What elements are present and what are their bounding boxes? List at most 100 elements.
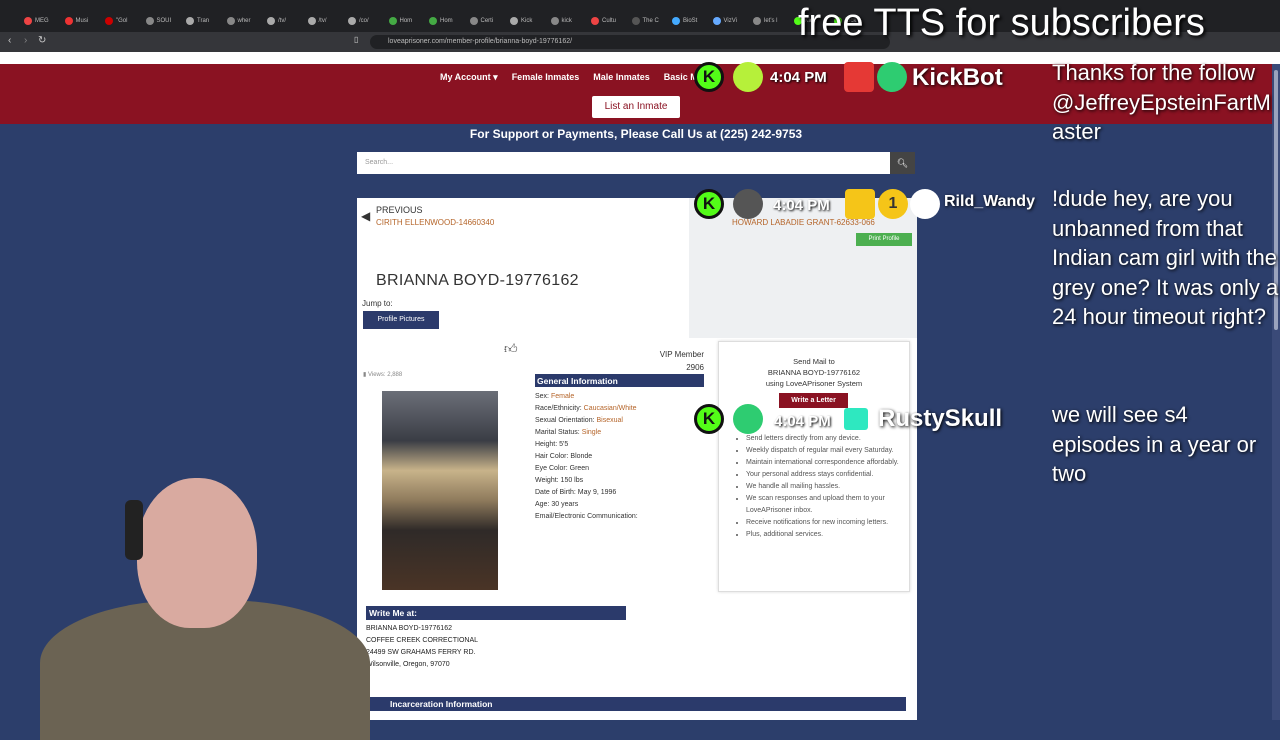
nav-my-account[interactable]: My Account ▾ (440, 72, 498, 83)
back-icon[interactable]: ‹ (8, 35, 11, 46)
browser-tab[interactable]: VizVi (712, 14, 737, 28)
browser-tab[interactable]: The C (631, 14, 659, 28)
browser-tab[interactable]: Cultu (591, 14, 616, 28)
verified-icon (877, 62, 907, 92)
previous-label[interactable]: PREVIOUS (376, 205, 423, 215)
list-item: We scan responses and upload them to you… (746, 493, 903, 517)
notification-time: 4:04 PM (770, 69, 827, 86)
browser-tab[interactable]: Kick (510, 14, 532, 28)
tab-favicon-icon (510, 17, 518, 25)
browser-tab[interactable]: Hom (388, 14, 413, 28)
browser-tab[interactable]: wher (226, 14, 251, 28)
info-dob: Date of Birth: May 9, 1996 (535, 489, 617, 496)
browser-tab[interactable]: /co/ (348, 14, 369, 28)
incarceration-header: Incarceration Information (366, 697, 906, 711)
browser-tab[interactable]: Tran (186, 14, 209, 28)
tab-favicon-icon (226, 17, 235, 25)
tab-label: MEG (35, 18, 49, 24)
browser-tab[interactable]: let's l (753, 14, 777, 28)
tab-label: Cultu (602, 18, 617, 24)
overlay-title: free TTS for subscribers (798, 2, 1205, 44)
tab-favicon-icon (348, 17, 356, 25)
nav-male-inmates[interactable]: Male Inmates (593, 72, 650, 83)
tab-favicon-icon (672, 17, 680, 25)
tab-favicon-icon (469, 17, 478, 25)
tab-label: Tran (197, 18, 210, 24)
next-profile-link[interactable]: HOWARD LABADIE GRANT-62633-066 (732, 218, 875, 227)
thumbs-up-icon[interactable]: 👍︎ (504, 341, 518, 357)
tab-favicon-icon (631, 17, 640, 25)
vip-number: 2906 (686, 363, 704, 372)
general-info-list: Sex: Female Race/Ethnicity: Caucasian/Wh… (535, 391, 638, 523)
heart-badge-icon (733, 404, 763, 434)
browser-tab[interactable]: /tv/ (267, 14, 286, 28)
tab-favicon-icon (267, 17, 275, 25)
bookmark-icon[interactable]: ▯ (354, 35, 358, 44)
list-inmate-button[interactable]: List an Inmate (592, 96, 680, 118)
forward-icon[interactable]: › (24, 35, 27, 46)
info-weight: Weight: 150 lbs (535, 477, 584, 484)
info-eye: Eye Color: Green (535, 465, 590, 472)
list-item: Maintain international correspondence af… (746, 457, 903, 469)
browser-tab[interactable]: "Gol (105, 14, 127, 28)
general-info-header: General Information (535, 374, 704, 387)
tab-favicon-icon (24, 17, 32, 25)
moderator-icon (844, 62, 874, 92)
tab-label: Musi (75, 18, 89, 24)
notification-time: 4:04 PM (774, 413, 831, 430)
tab-favicon-icon (105, 17, 113, 25)
browser-tab[interactable]: Hom (429, 14, 453, 28)
info-marital: Marital Status: Single (535, 429, 602, 436)
tab-label: Hom (440, 18, 453, 24)
tab-favicon-icon (550, 17, 559, 25)
info-age: Age: 30 years (535, 501, 579, 508)
reload-icon[interactable]: ↻ (38, 35, 46, 46)
browser-tab[interactable]: Musi (64, 14, 89, 28)
chat-message: Thanks for the follow @JeffreyEpsteinFar… (1052, 60, 1271, 144)
nav-basic-membership[interactable]: Basic M (664, 72, 698, 83)
tab-favicon-icon (307, 17, 316, 25)
search-input[interactable]: Search... (357, 152, 890, 174)
search-button[interactable]: 🔍︎ (890, 152, 915, 174)
notification-user: KickBot (912, 64, 1003, 91)
tab-label: VizVi (723, 18, 737, 24)
list-item: Weekly dispatch of regular mail every Sa… (746, 445, 903, 457)
browser-tab[interactable]: BioSt (672, 14, 697, 28)
print-profile-button[interactable]: Print Profile (856, 233, 912, 246)
notification-user: RustySkull (878, 405, 1003, 432)
browser-tab[interactable]: MEG (24, 14, 49, 28)
chevron-left-icon[interactable]: ◀ (361, 209, 370, 223)
notification-time: 4:04 PM (773, 197, 830, 214)
tab-label: /tv/ (278, 18, 287, 24)
gift-icon (844, 408, 868, 430)
previous-profile-link[interactable]: CIRITH ELLENWOOD-14660340 (376, 218, 494, 227)
browser-tab[interactable]: SOUI (145, 14, 172, 28)
profile-pictures-button[interactable]: Profile Pictures (363, 311, 439, 329)
tab-label: Hom (399, 18, 413, 24)
tab-favicon-icon (429, 17, 437, 25)
tab-favicon-icon (753, 17, 761, 25)
browser-tab[interactable]: /tv/ (307, 14, 327, 28)
site-nav: My Account ▾ Female Inmates Male Inmates… (440, 72, 698, 83)
subscriber-badge: 1 (878, 189, 908, 219)
write-me-header: Write Me at: (366, 606, 626, 620)
tab-label: BioSt (683, 18, 698, 24)
browser-tab[interactable]: Certi (469, 14, 493, 28)
tab-label: SOUI (156, 18, 172, 24)
send-mail-title: Send Mail to BRIANNA BOYD-19776162 using… (765, 357, 863, 388)
info-height: Height: 5'5 (535, 441, 569, 448)
chat-message: we will see s4 episodes in a year or two (1052, 402, 1257, 486)
tab-label: /co/ (359, 18, 369, 24)
tab-label: /tv/ (318, 18, 327, 24)
browser-tab[interactable]: kick (550, 14, 572, 28)
badge-icon (733, 62, 763, 92)
list-item: Receive notifications for new incoming l… (746, 517, 903, 529)
info-race: Race/Ethnicity: Caucasian/White (535, 405, 637, 412)
write-letter-button[interactable]: Write a Letter (779, 393, 848, 408)
profile-name: BRIANNA BOYD-19776162 (376, 272, 579, 289)
kick-icon: K (694, 189, 724, 219)
tab-label: wher (237, 18, 251, 24)
vip-label: VIP Member (659, 350, 704, 359)
search-icon: 🔍︎ (896, 158, 909, 168)
nav-female-inmates[interactable]: Female Inmates (512, 72, 580, 83)
